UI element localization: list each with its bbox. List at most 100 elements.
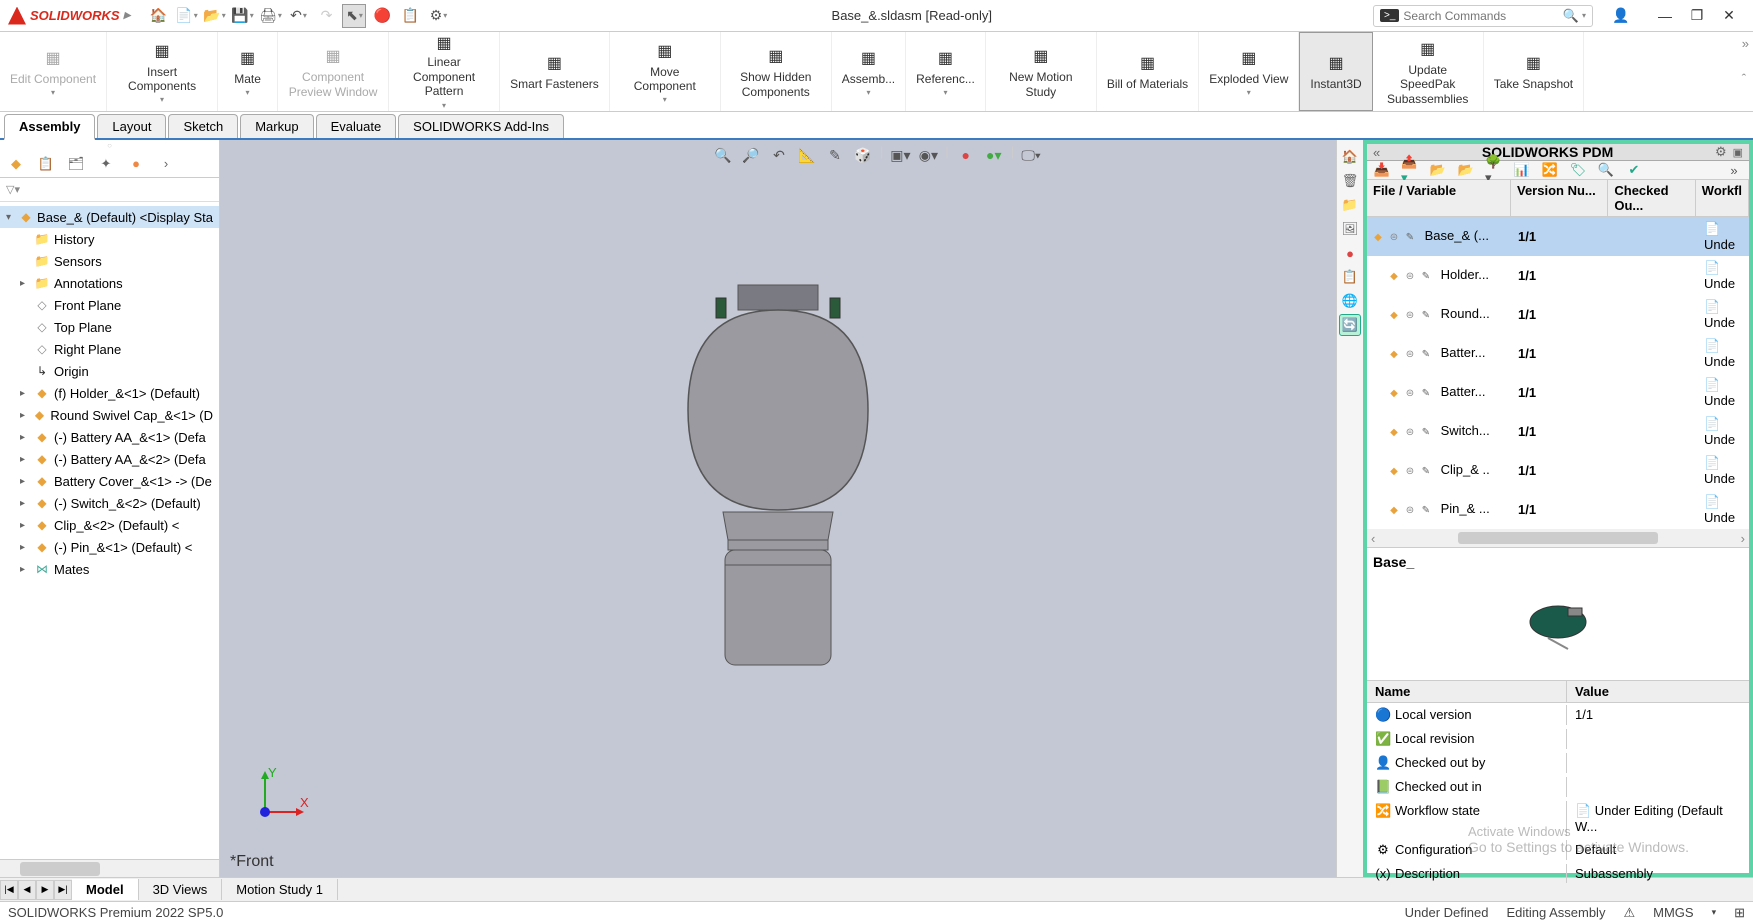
pdm-structure-icon[interactable]: 🔀	[1541, 161, 1559, 179]
restore-button[interactable]: ❐	[1685, 4, 1709, 28]
ribbon-smart-fasteners[interactable]: ▦ Smart Fasteners	[500, 32, 610, 111]
first-tab-button[interactable]: |◀	[0, 880, 18, 900]
rail-view-palette-icon[interactable]: ●	[1339, 242, 1361, 264]
undo-icon[interactable]: ↶	[286, 4, 310, 28]
status-units-dropdown-icon[interactable]: ▾	[1712, 907, 1717, 918]
chevron-right-icon[interactable]: ▶	[124, 10, 131, 21]
col-file[interactable]: File / Variable	[1367, 180, 1511, 216]
tab-evaluate[interactable]: Evaluate	[316, 114, 397, 138]
tree-item[interactable]: ▸ ◆ (-) Pin_&<1> (Default) <	[0, 536, 219, 558]
tree-item[interactable]: ▸ ◆ Round Swivel Cap_&<1> (D	[0, 404, 219, 426]
panel-pin-icon[interactable]: ○	[0, 140, 219, 150]
prev-tab-button[interactable]: ◀	[18, 880, 36, 900]
pdm-file-row[interactable]: ◆ ⊜ ✎ Holder... 1/1 📄 Unde	[1367, 256, 1749, 295]
ribbon-assemb-[interactable]: ▦ Assemb... ▾	[832, 32, 906, 111]
props-col-name[interactable]: Name	[1367, 681, 1567, 702]
pdm-more-icon[interactable]: »	[1725, 161, 1743, 179]
bottom-tab-model[interactable]: Model	[72, 879, 139, 900]
expand-icon[interactable]: ▸	[20, 454, 30, 465]
pdm-file-row[interactable]: ◆ ⊜ ✎ Round... 1/1 📄 Unde	[1367, 295, 1749, 334]
dynamic-annotation-icon[interactable]: ✎	[824, 144, 846, 166]
minimize-button[interactable]: —	[1653, 4, 1677, 28]
zoom-area-icon[interactable]: 🔎	[740, 144, 762, 166]
horizontal-scrollbar[interactable]	[0, 859, 219, 877]
tree-root[interactable]: ▾ ◆ Base_& (Default) <Display Sta	[0, 206, 219, 228]
ribbon-insert-components[interactable]: ▦ Insert Components ▾	[107, 32, 218, 111]
ribbon-instant-d[interactable]: ▦ Instant3D	[1299, 32, 1372, 111]
pdm-view-icon[interactable]: 📊	[1513, 161, 1531, 179]
tree-item[interactable]: ◇ Front Plane	[0, 294, 219, 316]
ribbon-update-speedpak-subassemblies[interactable]: ▦ Update SpeedPak Subassemblies	[1373, 32, 1484, 111]
pdm-search-icon[interactable]: 🔍	[1597, 161, 1615, 179]
pdm-getver-icon[interactable]: 📂	[1457, 161, 1475, 179]
dimxpert-tab-icon[interactable]: ✦	[96, 154, 116, 174]
pdm-checkin-icon[interactable]: 📥	[1373, 161, 1391, 179]
ribbon-linear-component-pattern[interactable]: ▦ Linear Component Pattern ▾	[389, 32, 500, 111]
expand-icon[interactable]: ▸	[20, 410, 29, 421]
ribbon-referenc-[interactable]: ▦ Referenc... ▾	[906, 32, 986, 111]
ribbon-overflow-icon[interactable]: »	[1742, 36, 1749, 51]
ribbon-mate[interactable]: ▦ Mate ▾	[218, 32, 278, 111]
tree-item[interactable]: ▸ ◆ (-) Battery AA_&<1> (Defa	[0, 426, 219, 448]
props-col-value[interactable]: Value	[1567, 681, 1749, 702]
filter-bar[interactable]: ▽▾	[0, 178, 219, 202]
new-file-icon[interactable]: 📄	[174, 4, 198, 28]
previous-view-icon[interactable]: ↶	[768, 144, 790, 166]
tree-item[interactable]: ▸ ◆ (-) Battery AA_&<2> (Defa	[0, 448, 219, 470]
col-checkedout[interactable]: Checked Ou...	[1608, 180, 1695, 216]
ribbon-take-snapshot[interactable]: ▦ Take Snapshot	[1484, 32, 1584, 111]
config-manager-tab-icon[interactable]: 🗂	[66, 154, 86, 174]
last-tab-button[interactable]: ▶|	[54, 880, 72, 900]
options-list-icon[interactable]: 📋	[398, 4, 422, 28]
pdm-settings-icon[interactable]: ⚙	[1715, 144, 1727, 160]
search-commands-box[interactable]: >_ 🔍 ▾	[1373, 5, 1593, 27]
rail-appearances-icon[interactable]: 📋	[1339, 266, 1361, 288]
pdm-file-row[interactable]: ◆ ⊜ ✎ Pin_& ... 1/1 📄 Unde	[1367, 490, 1749, 529]
pdm-file-row[interactable]: ◆ ⊜ ✎ Batter... 1/1 📄 Unde	[1367, 334, 1749, 373]
status-units[interactable]: MMGS	[1653, 905, 1693, 920]
bottom-tab-3d-views[interactable]: 3D Views	[139, 879, 223, 900]
ribbon-bill-of-materials[interactable]: ▦ Bill of Materials	[1097, 32, 1199, 111]
pdm-h-scrollbar[interactable]: ‹›	[1367, 529, 1749, 547]
redo-icon[interactable]: ↷	[314, 4, 338, 28]
ribbon-collapse-icon[interactable]: ˆ	[1742, 71, 1749, 86]
save-icon[interactable]: 💾	[230, 4, 254, 28]
tree-item[interactable]: ▸ ◆ (-) Switch_&<2> (Default)	[0, 492, 219, 514]
status-alert-icon[interactable]: ⚠	[1623, 905, 1635, 921]
col-workflow[interactable]: Workfl	[1696, 180, 1749, 216]
pdm-checkout-icon[interactable]: 📤▾	[1401, 161, 1419, 179]
display-manager-tab-icon[interactable]: ●	[126, 154, 146, 174]
rebuild-icon[interactable]: 🔴	[370, 4, 394, 28]
search-input[interactable]	[1403, 9, 1562, 23]
ribbon-move-component[interactable]: ▦ Move Component ▾	[610, 32, 721, 111]
zoom-fit-icon[interactable]: 🔍	[712, 144, 734, 166]
pdm-scroll-thumb[interactable]	[1458, 532, 1658, 544]
ribbon-new-motion-study[interactable]: ▦ New Motion Study	[986, 32, 1097, 111]
graphics-viewport[interactable]: 🔍 🔎 ↶ 📐 ✎ 🎲 | ▣▾ ◉▾ | ● ●▾ | 🖵▾	[220, 140, 1336, 877]
tree-item[interactable]: ↳ Origin	[0, 360, 219, 382]
tree-item[interactable]: ◇ Right Plane	[0, 338, 219, 360]
col-version[interactable]: Version Nu...	[1511, 180, 1608, 216]
pdm-get-icon[interactable]: 📂	[1429, 161, 1447, 179]
tree-item[interactable]: ▸ ◆ Battery Cover_&<1> -> (De	[0, 470, 219, 492]
tab-solidworks-add-ins[interactable]: SOLIDWORKS Add-Ins	[398, 114, 564, 138]
rail-file-explorer-icon[interactable]: 🖼	[1339, 218, 1361, 240]
tree-item[interactable]: ▸ 📁 Annotations	[0, 272, 219, 294]
pdm-collapse-icon[interactable]: «	[1373, 145, 1380, 160]
pdm-file-row[interactable]: ◆ ⊜ ✎ Clip_& .. 1/1 📄 Unde	[1367, 451, 1749, 490]
edit-appearance-icon[interactable]: ●	[955, 144, 977, 166]
expand-icon[interactable]: ▸	[20, 278, 30, 289]
rail-custom-props-icon[interactable]: 🌐	[1339, 290, 1361, 312]
settings-gear-icon[interactable]: ⚙	[426, 4, 450, 28]
pdm-file-row[interactable]: ◆ ⊜ ✎ Switch... 1/1 📄 Unde	[1367, 412, 1749, 451]
expand-icon[interactable]: ▸	[20, 432, 30, 443]
home-icon[interactable]: 🏠	[146, 4, 170, 28]
tab-assembly[interactable]: Assembly	[4, 114, 95, 140]
apply-scene-icon[interactable]: ●▾	[983, 144, 1005, 166]
print-icon[interactable]: 🖨	[258, 4, 282, 28]
select-icon[interactable]: ⬉	[342, 4, 366, 28]
expand-icon[interactable]: ▾	[6, 212, 15, 223]
expand-icon[interactable]: ▸	[20, 476, 30, 487]
scroll-thumb[interactable]	[20, 862, 100, 876]
expand-icon[interactable]: ▸	[20, 542, 30, 553]
